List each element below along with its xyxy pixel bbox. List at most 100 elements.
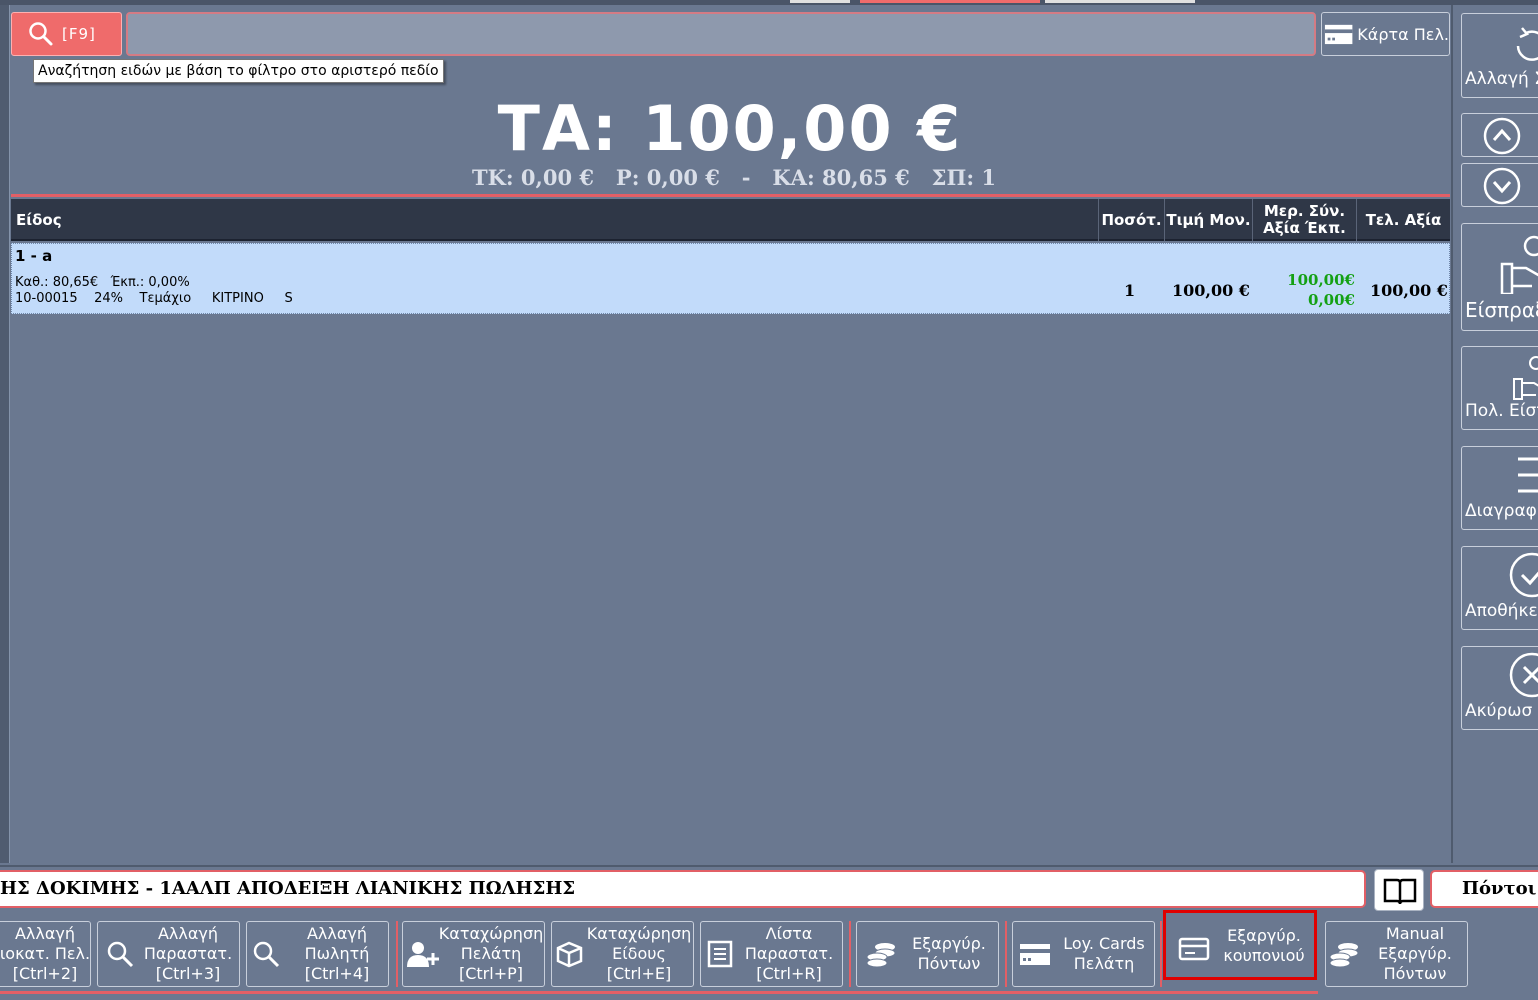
check-circle-icon [1509, 552, 1538, 598]
btn-line: Εξαργύρ. [1227, 926, 1301, 945]
table-top-divider [11, 194, 1450, 197]
search-icon [107, 941, 134, 968]
scroll-up-button[interactable] [1461, 113, 1538, 157]
receive-payment-label: Είσπραξ [1465, 298, 1538, 322]
btn-line: [Ctrl+3] [155, 964, 221, 983]
btn-line: Παραστατ. [744, 944, 834, 963]
button-separator [396, 921, 398, 987]
change-document-button[interactable]: Αλλαγή Παραστατ. [Ctrl+3] [97, 921, 240, 987]
list-icon [707, 940, 733, 968]
cancel-button-label: Ακύρωσ [1465, 701, 1533, 721]
btn-line: ιοκατ. Πελ. [0, 944, 91, 963]
btn-line: Αλλαγή [14, 924, 76, 943]
bottom-panel-divider [0, 865, 1538, 867]
search-icon [253, 941, 280, 968]
btn-line: κουπονιού [1223, 946, 1305, 965]
save-button[interactable]: Αποθήκευ [1461, 546, 1538, 630]
bottom-divider [0, 991, 1318, 994]
row-partial-value: 100,00€ [1287, 271, 1355, 289]
total-amount: ΤΑ: 100,00 € [497, 92, 963, 165]
payment-hand-icon [1500, 235, 1538, 294]
btn-line: Πωλητή [304, 944, 370, 963]
change-category-customer-button[interactable]: Αλλαγή ιοκατ. Πελ. [Ctrl+2] [0, 921, 91, 987]
delete-button[interactable]: Διαγραφ [1461, 446, 1538, 530]
lines-icon [1518, 457, 1538, 493]
box-icon [556, 941, 583, 968]
add-user-icon [407, 942, 439, 967]
btn-line: [Ctrl+2] [12, 964, 78, 983]
coupon-card-icon [1178, 937, 1210, 961]
row-item-cost: Καθ.: 80,65€ Έκπ.: 0,00% [15, 275, 190, 290]
btn-line: Εξαργύρ. [912, 934, 986, 953]
header-partial-line1: Μερ. Σύν. [1263, 202, 1346, 220]
delete-button-label: Διαγραφ [1465, 501, 1537, 521]
search-input[interactable] [126, 12, 1316, 56]
btn-line: Αλλαγή [157, 924, 219, 943]
btn-line: [Ctrl+R] [756, 964, 822, 983]
btn-line: Loy. Cards [1063, 934, 1145, 953]
btn-line: Αλλαγή [306, 924, 368, 943]
redeem-points-button[interactable]: Εξαργύρ. Πόντων [856, 921, 999, 987]
search-button[interactable]: [F9] [11, 12, 122, 56]
header-partial: Μερ. Σύν. Αξία Έκπ. [1252, 199, 1356, 241]
btn-line: Manual [1385, 924, 1445, 943]
row-qty: 1 [1124, 281, 1136, 300]
btn-line: Λίστα [765, 924, 813, 943]
btn-line: Πόντων [1383, 964, 1447, 983]
search-shortcut-label: [F9] [62, 25, 96, 43]
row-item-name: 1 - a [15, 247, 53, 265]
btn-line: Καταχώρηση [586, 924, 692, 943]
coins-icon [1329, 943, 1359, 968]
chevron-up-icon [1483, 117, 1521, 155]
row-unit-price: 100,00 € [1172, 281, 1250, 300]
multi-receive-label: Πολ. Είσπ [1465, 401, 1538, 421]
btn-line: Είδους [612, 944, 666, 963]
header-item: Είδος [16, 211, 62, 229]
receive-payment-button[interactable]: Είσπραξ [1461, 223, 1538, 331]
button-separator [849, 921, 851, 987]
book-icon [1383, 878, 1417, 905]
search-tooltip: Αναζήτηση ειδών με βάση το φίλτρο στο αρ… [33, 59, 444, 83]
customer-card-label: Κάρτα Πελ. [1357, 24, 1449, 44]
register-item-button[interactable]: Καταχώρηση Είδους [Ctrl+E] [551, 921, 694, 987]
scroll-down-button[interactable] [1461, 163, 1538, 207]
register-customer-button[interactable]: Καταχώρηση Πελάτη [Ctrl+P] [402, 921, 545, 987]
header-unit-price: Τιμή Μον. [1164, 199, 1252, 241]
chevron-down-icon [1483, 167, 1521, 205]
btn-line: Καταχώρηση [438, 924, 544, 943]
header-final: Τελ. Αξία [1356, 199, 1450, 241]
document-type-field[interactable]: ΗΣ ΔΟΚΙΜΗΣ - 1ΑΑΛΠ ΑΠΟΔΕΙΞΗ ΛΙΑΝΙΚΗΣ ΠΩΛ… [0, 870, 1366, 908]
multi-receive-button[interactable]: Πολ. Είσπ [1461, 346, 1538, 430]
redeem-coupon-button[interactable]: Εξαργύρ. κουπονιού [1163, 910, 1317, 980]
manual-redeem-points-button[interactable]: Manual Εξαργύρ. Πόντων [1325, 921, 1468, 987]
btn-line: [Ctrl+P] [458, 964, 523, 983]
button-separator [1005, 921, 1007, 987]
btn-line: [Ctrl+E] [606, 964, 672, 983]
btn-line: Πελάτη [1073, 954, 1135, 973]
document-list-button[interactable]: Λίστα Παραστατ. [Ctrl+R] [700, 921, 843, 987]
row-item-details: 10-00015 24% Τεμάχιο ΚΙΤΡΙΝΟ S [15, 291, 293, 306]
button-separator [1160, 921, 1162, 987]
change-seller-button[interactable]: Αλλαγή Πωλητή [Ctrl+4] [246, 921, 389, 987]
table-header: Είδος Ποσότ. Τιμή Μον. Μερ. Σύν. Αξία Έκ… [11, 199, 1450, 241]
btn-line: [Ctrl+4] [304, 964, 370, 983]
coins-icon [866, 943, 896, 968]
btn-line: Πελάτη [460, 944, 522, 963]
change-button[interactable]: Αλλαγή Σ [1461, 13, 1538, 98]
cancel-button[interactable]: Ακύρωσ [1461, 646, 1538, 730]
table-row[interactable]: 1 - a Καθ.: 80,65€ Έκπ.: 0,00% 10-00015 … [11, 243, 1450, 314]
btn-line: Εξαργύρ. [1378, 944, 1452, 963]
search-icon [29, 22, 53, 46]
card-icon [1324, 24, 1353, 45]
customer-card-button[interactable]: Κάρτα Πελ. [1321, 12, 1450, 56]
refresh-icon [1516, 27, 1538, 61]
btn-line: Πόντων [917, 954, 981, 973]
card-icon [1020, 944, 1050, 965]
header-qty: Ποσότ. [1098, 199, 1164, 241]
close-circle-icon [1509, 652, 1538, 698]
book-button[interactable] [1374, 869, 1424, 911]
multi-payment-icon [1513, 356, 1538, 400]
save-button-label: Αποθήκευ [1465, 601, 1538, 621]
loyalty-cards-button[interactable]: Loy. Cards Πελάτη [1012, 921, 1155, 987]
change-button-label: Αλλαγή Σ [1465, 69, 1538, 89]
